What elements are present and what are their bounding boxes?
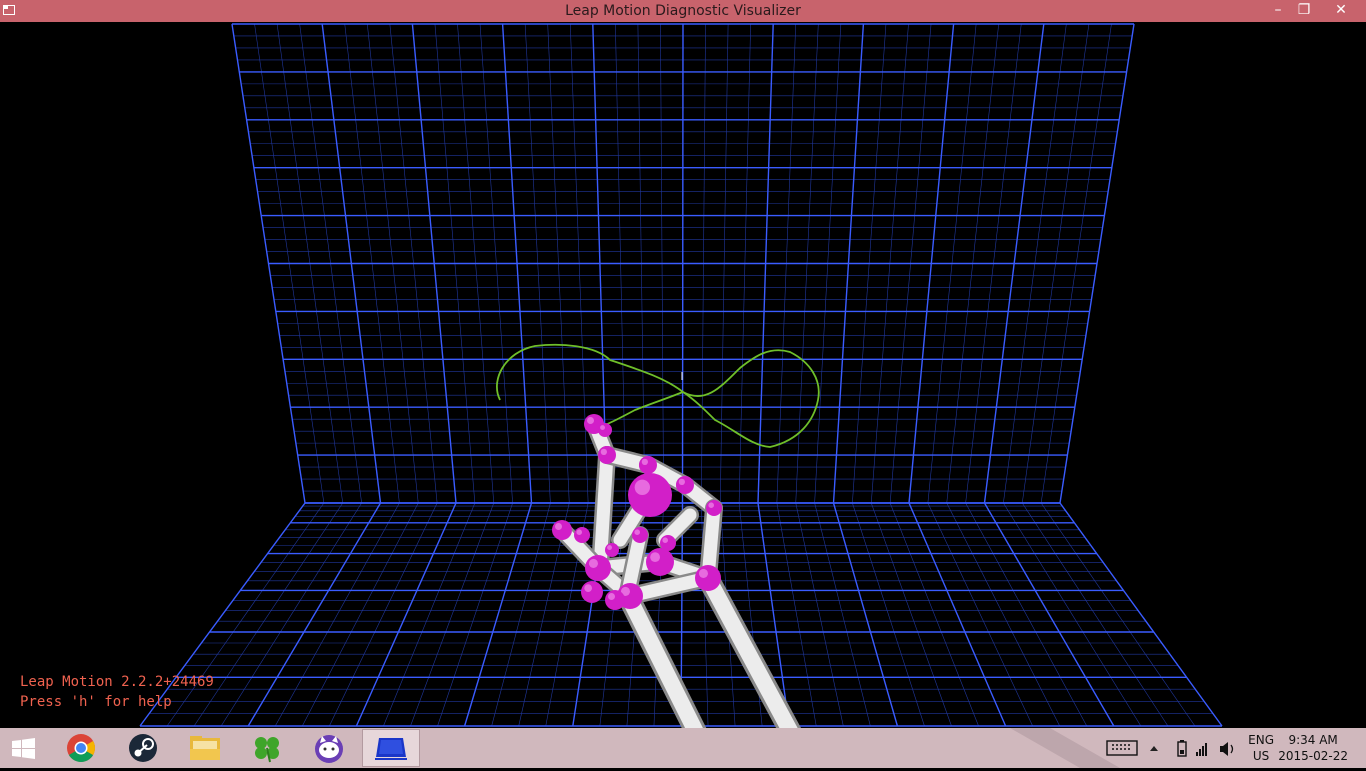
joint-highlight <box>600 425 605 430</box>
finger-joint <box>695 565 721 591</box>
lang-line2: US <box>1252 749 1270 763</box>
finger-joint <box>552 520 572 540</box>
taskbar-clover[interactable] <box>238 729 296 767</box>
version-label: Leap Motion 2.2.2+24469 <box>20 674 214 690</box>
finger-joint <box>639 456 657 474</box>
floor-depth-line <box>795 502 844 727</box>
window-titlebar: Leap Motion Diagnostic Visualizer – ❐ ✕ <box>0 0 1366 22</box>
cat-icon <box>315 735 343 763</box>
floor-depth-line <box>139 502 306 727</box>
chrome-icon <box>67 734 95 762</box>
windows-logo-icon <box>12 738 35 759</box>
finger-joint <box>660 535 676 551</box>
palm-sphere <box>628 473 672 517</box>
floor-depth-line <box>776 502 817 727</box>
floor-depth-line <box>965 502 1088 727</box>
joint-highlight <box>608 593 615 600</box>
visualizer-scene <box>139 23 1223 728</box>
finger-joint <box>598 446 616 464</box>
taskbar-leap-visualizer[interactable] <box>362 729 420 767</box>
finger-joint <box>581 581 603 603</box>
clover-icon <box>255 737 279 763</box>
leap-visualizer-icon <box>375 738 407 760</box>
taskbar-steam[interactable] <box>114 729 172 767</box>
floor-depth-line <box>383 502 476 727</box>
joint-highlight <box>641 458 648 465</box>
clock-time: 9:34 AM <box>1288 733 1338 747</box>
joint-highlight <box>607 545 612 550</box>
joint-highlight <box>708 502 714 509</box>
finger-joint <box>605 543 619 557</box>
clock-date: 2015-02-22 <box>1278 749 1348 763</box>
floor-depth-line <box>927 502 1033 727</box>
floor-depth-line <box>274 502 400 727</box>
signal-icon[interactable] <box>1196 743 1207 756</box>
finger-joint <box>605 590 625 610</box>
finger-joint <box>706 500 722 516</box>
joint-highlight <box>650 552 660 562</box>
joint-highlight <box>634 479 650 495</box>
floor-depth-line <box>247 502 382 727</box>
close-button[interactable]: ✕ <box>1326 0 1356 22</box>
steam-icon <box>129 734 157 762</box>
joint-highlight <box>576 529 582 535</box>
volume-icon[interactable] <box>1220 742 1234 756</box>
restore-button[interactable]: ❐ <box>1291 0 1317 22</box>
joint-highlight <box>555 523 562 530</box>
finger-joint <box>646 548 674 576</box>
joint-highlight <box>587 417 594 424</box>
floor-depth-line <box>220 502 362 727</box>
finger-joint <box>632 527 648 543</box>
floor-depth-line <box>832 502 899 727</box>
taskbar-shadow-streak <box>1010 728 1120 768</box>
clock[interactable]: 9:34 AM 2015-02-22 <box>1278 732 1348 764</box>
visualizer-viewport[interactable]: Leap Motion 2.2.2+24469 Press 'h' for he… <box>0 22 1366 728</box>
floor-depth-line <box>889 502 979 727</box>
joint-highlight <box>588 558 598 568</box>
finger-joint <box>598 423 612 437</box>
taskbar-chrome[interactable] <box>52 729 110 767</box>
joint-highlight <box>600 448 607 455</box>
joint-highlight <box>698 568 708 578</box>
joint-highlight <box>678 478 685 485</box>
input-language[interactable]: ENG US <box>1248 732 1274 764</box>
taskbar-file-explorer[interactable] <box>176 729 234 767</box>
floor-depth-line <box>1040 502 1196 727</box>
floor-depth-line <box>463 502 533 727</box>
floor-depth-line <box>1059 502 1223 727</box>
taskbar: ENG US 9:34 AM 2015-02-22 <box>0 728 1366 768</box>
folder-icon <box>190 736 220 760</box>
finger-joint <box>585 555 611 581</box>
help-hint: Press 'h' for help <box>20 694 172 710</box>
joint-highlight <box>634 529 640 535</box>
floor-depth-line <box>908 502 1007 727</box>
finger-joint <box>676 476 694 494</box>
floor-depth-line <box>1003 502 1142 727</box>
battery-icon[interactable] <box>1177 740 1187 757</box>
taskbar-cat-app[interactable] <box>300 729 358 767</box>
window-title: Leap Motion Diagnostic Visualizer <box>565 3 801 19</box>
floor-depth-line <box>870 502 952 727</box>
lang-line1: ENG <box>1248 733 1274 747</box>
chevron-up-icon[interactable] <box>1150 746 1158 751</box>
motion-trail <box>496 343 820 448</box>
floor-depth-line <box>983 502 1115 727</box>
floor-depth-line <box>355 502 457 727</box>
joint-highlight <box>584 584 593 593</box>
joint-highlight <box>662 537 668 543</box>
floor-depth-line <box>329 502 438 727</box>
floor-depth-line <box>410 502 495 727</box>
minimize-button[interactable]: – <box>1265 0 1291 22</box>
floor-depth-line <box>166 502 325 727</box>
finger-joint <box>574 527 590 543</box>
start-button[interactable] <box>0 729 48 767</box>
